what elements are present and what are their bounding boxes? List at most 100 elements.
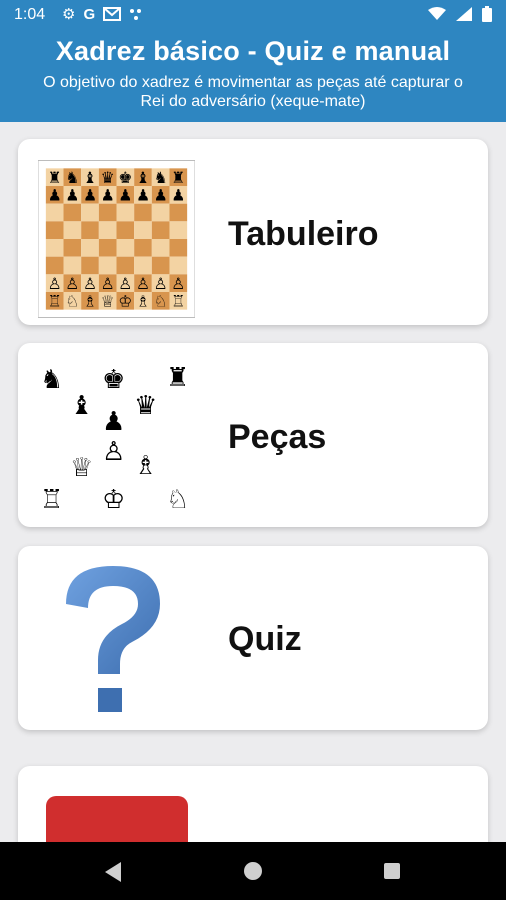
card-pecas[interactable]: ♞ ♚ ♜ ♝ ♛ ♟ ♙ ♕ ♗ ♖ ♔ ♘ Peças [18, 343, 488, 527]
board-square [151, 256, 170, 275]
board-piece: ♘ [154, 292, 168, 311]
board-piece: ♙ [101, 274, 115, 293]
board-square [169, 256, 188, 275]
board-square [116, 256, 135, 275]
white-queen-icon: ♕ [70, 453, 94, 483]
dots-icon [130, 9, 142, 20]
board-square [151, 221, 170, 239]
board-piece: ♖ [171, 292, 185, 311]
board-square [116, 203, 135, 222]
black-queen-icon: ♛ [134, 391, 158, 421]
board-square [63, 203, 82, 222]
board-square [169, 239, 188, 257]
board-piece: ♚ [118, 168, 132, 187]
status-time: 1:04 [14, 6, 46, 23]
card-label-quiz: Quiz [228, 620, 302, 658]
board-square [45, 256, 64, 275]
board-piece: ♟ [171, 186, 185, 205]
board-piece: ♔ [118, 292, 132, 311]
status-bar: 1:04 ⚙ G [0, 0, 506, 30]
board-square [81, 221, 99, 239]
board-square [63, 239, 82, 257]
board-square [63, 221, 82, 239]
gmail-icon [103, 7, 122, 21]
white-king-icon: ♔ [102, 485, 126, 515]
board-piece: ♞ [154, 168, 168, 187]
board-piece: ♙ [154, 274, 168, 293]
card-label-tabuleiro: Tabuleiro [228, 215, 379, 253]
black-rook-icon: ♜ [166, 363, 190, 393]
navigation-bar [0, 842, 506, 900]
black-bishop-icon: ♝ [70, 391, 94, 421]
board-square [98, 239, 117, 257]
board-square [81, 239, 99, 257]
signal-icon [456, 7, 472, 21]
board-piece: ♛ [101, 168, 115, 187]
recents-icon[interactable] [384, 863, 400, 879]
black-king-icon: ♚ [102, 365, 126, 395]
board-square [81, 203, 99, 222]
board-square [169, 203, 188, 222]
board-piece: ♟ [136, 186, 150, 205]
chess-pieces-image: ♞ ♚ ♜ ♝ ♛ ♟ ♙ ♕ ♗ ♖ ♔ ♘ [38, 365, 198, 520]
board-piece: ♜ [171, 168, 185, 187]
board-square [98, 221, 117, 239]
board-piece: ♙ [171, 274, 185, 293]
board-square [169, 221, 188, 239]
card-label-pecas: Peças [228, 418, 327, 456]
board-piece: ♟ [154, 186, 168, 205]
status-right-icons [428, 6, 492, 22]
board-piece: ♙ [83, 274, 97, 293]
board-piece: ♝ [136, 168, 150, 187]
board-piece: ♙ [118, 274, 132, 293]
board-square [134, 221, 152, 239]
google-icon: G [83, 5, 96, 23]
board-piece: ♟ [118, 186, 132, 205]
black-pawn-icon: ♟ [102, 407, 126, 437]
white-pawn-icon: ♙ [102, 437, 126, 467]
settings-icon: ⚙ [62, 6, 76, 23]
board-square [134, 203, 152, 222]
board-piece: ♗ [83, 292, 97, 311]
board-square [45, 239, 64, 257]
back-icon[interactable] [105, 862, 121, 882]
board-square [134, 239, 152, 257]
board-square [98, 256, 117, 275]
board-square [151, 203, 170, 222]
chessboard-image: ♜ ♞ ♝ ♛ ♚ ♝ ♞ ♜♟ ♟ ♟ ♟ ♟ ♟ ♟ ♟♙ ♙ ♙ ♙ ♙ ♙ ♙ ♙♖ ♘ ♗ ♕ ♔ ♗ ♘ ♖ [38, 160, 195, 318]
card-tabuleiro[interactable]: ♜ ♞ ♝ ♛ ♚ ♝ ♞ ♜ ♟ ♟ ♟ ♟ ♟ ♟ ♟ ♟ ♙ ♙ ♙ ♙ ♙ ♙ ♙ ♙ ♖ ♘ ♗ ♕ ♔ ♗ ♘ ♖ Tabulei… [18, 139, 488, 325]
board-square [151, 239, 170, 257]
board-piece: ♙ [48, 274, 62, 293]
board-square [134, 256, 152, 275]
board-piece: ♟ [65, 186, 79, 205]
home-icon[interactable] [244, 862, 262, 880]
board-piece: ♞ [65, 168, 79, 187]
board-piece: ♙ [136, 274, 150, 293]
board-square [45, 203, 64, 222]
battery-icon [482, 6, 492, 22]
board-piece: ♘ [65, 292, 79, 311]
page-title: Xadrez básico - Quiz e manual [55, 36, 451, 66]
board-piece: ♟ [83, 186, 97, 205]
board-piece: ♕ [101, 292, 115, 311]
status-left-icons: ⚙ G [62, 5, 143, 23]
board-piece: ♖ [48, 292, 62, 311]
board-square [63, 256, 82, 275]
white-bishop-icon: ♗ [134, 451, 158, 481]
board-piece: ♟ [101, 186, 115, 205]
page-subtitle: O objetivo do xadrez é movimentar as peç… [43, 74, 463, 110]
card-quiz[interactable]: Quiz [18, 546, 488, 730]
app-header: Xadrez básico - Quiz e manual O objetivo… [0, 30, 506, 122]
board-piece: ♗ [136, 292, 150, 311]
board-piece: ♜ [48, 168, 62, 187]
board-piece: ♟ [48, 186, 62, 205]
black-knight-icon: ♞ [40, 365, 64, 395]
board-square [81, 256, 99, 275]
question-mark-icon [66, 566, 160, 712]
board-square [116, 239, 135, 257]
board-square [45, 221, 64, 239]
board-piece: ♙ [65, 274, 79, 293]
board-piece: ♝ [83, 168, 97, 187]
white-rook-icon: ♖ [40, 485, 64, 515]
board-square [98, 203, 117, 222]
